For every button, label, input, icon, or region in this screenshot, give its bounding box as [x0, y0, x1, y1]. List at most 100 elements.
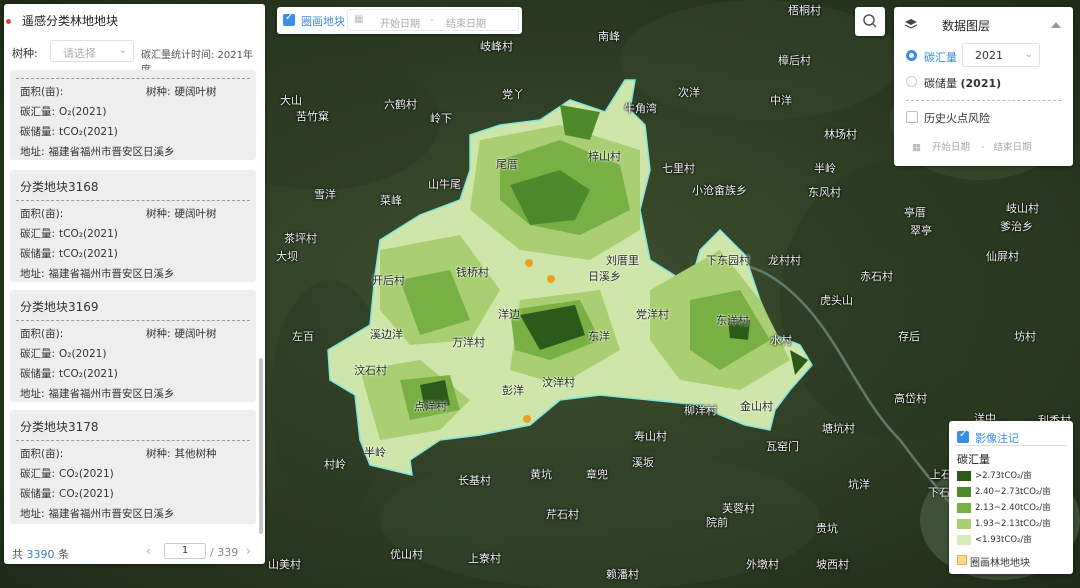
- species-filter-label: 树种:: [12, 47, 38, 60]
- legend-item: 2.13~2.40tCO₂/亩: [957, 501, 1051, 513]
- legend-label: 2.40~2.73tCO₂/亩: [975, 487, 1051, 497]
- draw-plot-checkbox[interactable]: [283, 12, 295, 26]
- point-marker[interactable]: [525, 259, 533, 267]
- date-separator: -: [430, 15, 434, 26]
- end-date-input[interactable]: 结束日期: [446, 15, 486, 30]
- fire-risk-label[interactable]: 历史火点风险: [924, 110, 990, 126]
- place-label: 菜峰: [380, 194, 402, 207]
- fire-risk-checkbox[interactable]: [906, 111, 918, 123]
- place-label: 下东园村: [706, 254, 750, 267]
- address-row: 地址: 福建省福州市晋安区日溪乡: [20, 144, 175, 159]
- storage-label: 碳储量:: [20, 488, 56, 500]
- place-label: 坑洋: [848, 478, 870, 491]
- card-divider: [16, 200, 250, 201]
- carbon-storage-label[interactable]: 碳储量 (2021): [924, 75, 1001, 91]
- carbon-storage-text: 碳储量: [924, 77, 957, 90]
- legend-toggle-checkbox[interactable]: [957, 429, 969, 443]
- area-row: 面积(亩):: [20, 326, 63, 341]
- calendar-icon: ▦: [354, 14, 364, 25]
- area-label: 面积(亩):: [20, 208, 64, 220]
- place-label: 梓山村: [588, 150, 621, 163]
- place-label: 万洋村: [452, 336, 485, 349]
- species-select[interactable]: 请选择 ⌄: [50, 40, 134, 62]
- legend-swatch: [957, 534, 971, 545]
- place-label: 开后村: [372, 274, 405, 287]
- place-label: 党丫: [502, 88, 524, 101]
- plot-card[interactable]: 分类地块3168 面积(亩): 碳汇量: tCO₂(2021) 碳储量: tCO₂(202…: [10, 170, 256, 282]
- chevron-down-icon: ⌄: [1024, 49, 1033, 60]
- place-label: 牛角湾: [624, 102, 657, 115]
- place-label: 下石: [928, 486, 950, 499]
- next-page-icon[interactable]: ›: [246, 544, 251, 558]
- storage-label: 碳储量:: [20, 368, 56, 380]
- panel-title: 遥感分类林地地块: [6, 12, 118, 29]
- card-divider: [16, 78, 250, 79]
- place-label: 黄坑: [530, 468, 552, 481]
- plot-card-list[interactable]: 面积(亩): 碳汇量: O₂(2021) 碳储量: tCO₂(2021) 地址: 福建省福州…: [8, 70, 258, 536]
- area-label: 面积(亩):: [20, 328, 64, 340]
- year-select[interactable]: 2021 ⌄: [962, 43, 1040, 67]
- plot-card[interactable]: 分类地块3178 面积(亩): 碳汇量: CO₂(2021) 碳储量: CO₂(2021)…: [10, 410, 256, 524]
- storage-row: 碳储量: CO₂(2021): [20, 486, 114, 501]
- sink-label: 碳汇量:: [20, 348, 56, 360]
- area-label: 面积(亩):: [20, 448, 64, 460]
- place-label: 东风村: [808, 186, 841, 199]
- year-select-value: 2021: [975, 49, 1003, 62]
- place-label: 瓦窑门: [766, 440, 799, 453]
- total-count: 共 3390 条: [12, 546, 69, 562]
- place-label: 左百: [292, 330, 314, 343]
- species-select-placeholder: 请选择: [63, 47, 96, 60]
- address-value: 福建省福州市晋安区日溪乡: [48, 388, 175, 400]
- place-label: 水村: [770, 334, 792, 347]
- place-label: 溪坂: [632, 456, 654, 469]
- legend-title[interactable]: 影像注记: [975, 430, 1019, 446]
- place-label: 溪边洋: [370, 328, 403, 341]
- draw-plot-label[interactable]: 圈画地块: [301, 13, 345, 29]
- sink-row: 碳汇量: O₂(2021): [20, 104, 106, 119]
- data-layer-panel: 数据图层 碳汇量 2021 ⌄ 碳储量 (2021) 历史火点风险 ▦ 开始日期…: [894, 7, 1073, 166]
- list-scrollbar[interactable]: [259, 358, 263, 534]
- place-label: 山美村: [268, 558, 301, 571]
- place-label: 东洋村: [716, 314, 749, 327]
- carbon-sink-radio[interactable]: [906, 50, 917, 61]
- legend-item: >2.73tCO₂/亩: [957, 469, 1032, 481]
- carbon-storage-radio[interactable]: [906, 76, 917, 87]
- place-label: 汶洋村: [542, 376, 575, 389]
- species-row: 树种: 其他树种: [146, 446, 217, 461]
- plot-card[interactable]: 面积(亩): 碳汇量: O₂(2021) 碳储量: tCO₂(2021) 地址: 福建省福州…: [10, 70, 256, 160]
- place-label: 梧桐村: [788, 4, 821, 17]
- place-label: 虎头山: [820, 294, 853, 307]
- draw-plot-bar: 圈画地块 ▦ 开始日期 - 结束日期: [277, 7, 522, 34]
- start-date-input[interactable]: 开始日期: [380, 15, 420, 30]
- place-label: 翠亭: [910, 224, 932, 237]
- fire-start-date[interactable]: 开始日期: [932, 142, 970, 153]
- place-label: 院前: [706, 516, 728, 529]
- prev-page-icon[interactable]: ‹: [146, 544, 151, 558]
- page-number-input[interactable]: 1: [164, 543, 206, 559]
- fire-date-range[interactable]: ▦ 开始日期 - 结束日期: [912, 139, 1032, 153]
- point-marker[interactable]: [523, 415, 531, 423]
- place-label: 芹石村: [546, 508, 579, 521]
- place-label: 外墩村: [746, 558, 779, 571]
- date-separator: -: [981, 142, 985, 153]
- place-label: 六鹤村: [384, 98, 417, 111]
- collapse-icon[interactable]: [1050, 20, 1062, 30]
- storage-value: tCO₂(2021): [59, 248, 118, 260]
- total-suffix: 条: [58, 548, 69, 561]
- plot-name: 分类地块3178: [20, 420, 99, 434]
- draw-date-range[interactable]: ▦ 开始日期 - 结束日期: [347, 9, 519, 31]
- fire-end-date[interactable]: 结束日期: [994, 142, 1032, 153]
- species-row: 树种: 硬阔叶树: [146, 206, 217, 221]
- plot-card[interactable]: 分类地块3169 面积(亩): 碳汇量: O₂(2021) 碳储量: tCO₂(2021)…: [10, 290, 256, 402]
- place-label: 章兜: [586, 468, 608, 481]
- place-label: 中洋: [770, 94, 792, 107]
- legend-item: 1.93~2.13tCO₂/亩: [957, 517, 1051, 529]
- species-value: 其他树种: [174, 448, 217, 460]
- plot-list-panel: 遥感分类林地地块 树种: 请选择 ⌄ 碳汇量统计时间: 2021年度 面积(亩)…: [4, 4, 265, 564]
- carbon-sink-label[interactable]: 碳汇量: [924, 49, 957, 65]
- legend-swatch: [957, 486, 971, 497]
- card-divider: [16, 440, 250, 441]
- place-label: 党洋村: [636, 308, 669, 321]
- search-button[interactable]: [855, 7, 885, 36]
- point-marker[interactable]: [547, 275, 555, 283]
